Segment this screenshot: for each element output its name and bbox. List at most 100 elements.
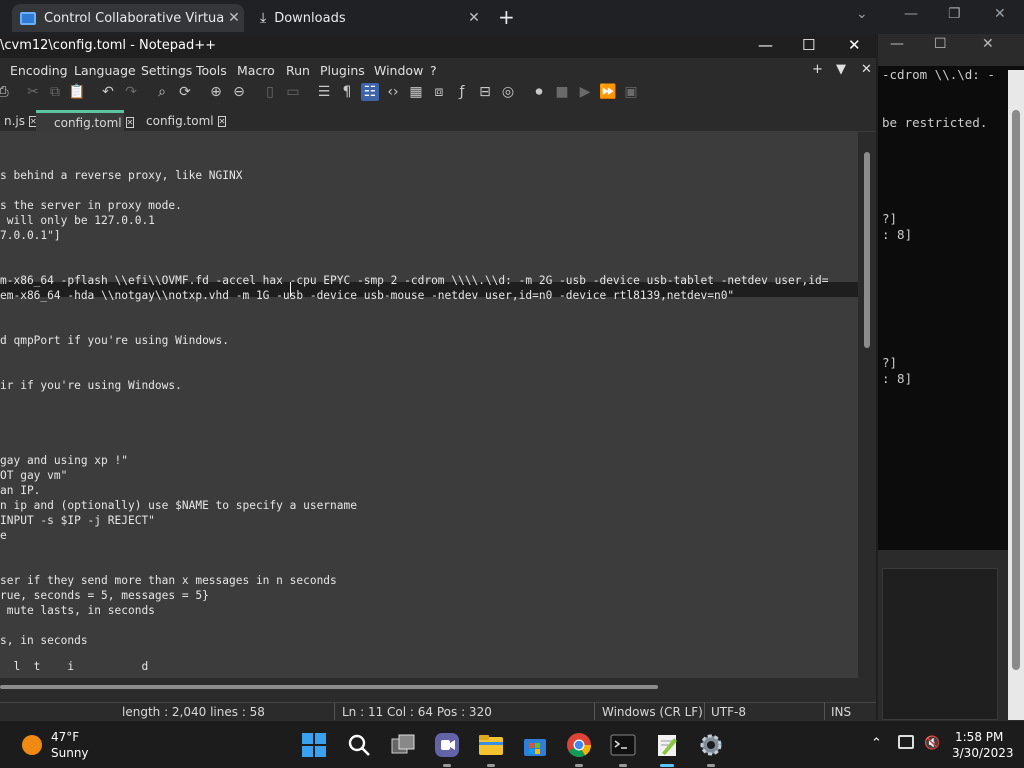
- language-icon[interactable]: ‹›: [384, 83, 402, 101]
- terminal-icon[interactable]: [610, 732, 636, 767]
- print-icon[interactable]: ⎙: [0, 83, 12, 101]
- store-icon[interactable]: [522, 732, 548, 758]
- network-icon[interactable]: [898, 735, 914, 749]
- menu-encoding[interactable]: Encoding: [10, 63, 68, 78]
- menu-help[interactable]: ?: [430, 63, 437, 78]
- close-button[interactable]: ✕: [848, 36, 861, 54]
- file-tab-config-active[interactable]: config.toml ✕: [36, 110, 135, 132]
- save-macro-icon[interactable]: ▣: [622, 83, 640, 101]
- status-encoding[interactable]: UTF-8: [711, 705, 746, 719]
- word-wrap-icon[interactable]: ☰: [315, 83, 333, 101]
- record-macro-icon[interactable]: ⏺: [530, 83, 548, 101]
- browser-tab-control-collaborative[interactable]: Control Collaborative Virtual Ma ✕: [12, 4, 244, 32]
- code-line[interactable]: s the server in proxy mode.: [0, 198, 182, 213]
- close-tab-icon[interactable]: ✕: [217, 115, 227, 127]
- tab-search-icon[interactable]: ⌄: [856, 6, 868, 22]
- code-line[interactable]: n ip and (optionally) use $NAME to speci…: [0, 498, 357, 513]
- code-line[interactable]: s, in seconds: [0, 633, 88, 648]
- minimize-button[interactable]: —: [758, 36, 773, 54]
- undo-icon[interactable]: ↶: [99, 83, 117, 101]
- text-editor[interactable]: s behind a reverse proxy, like NGINX s th…: [0, 132, 858, 678]
- close-tab-icon[interactable]: ✕: [224, 10, 244, 26]
- horizontal-scroll-thumb[interactable]: [0, 685, 658, 689]
- browser-close-button[interactable]: ✕: [994, 6, 1006, 22]
- terminal-scrollbar[interactable]: [1008, 70, 1024, 720]
- close-document-icon[interactable]: ✕: [861, 62, 872, 77]
- code-line[interactable]: s behind a reverse proxy, like NGINX: [0, 168, 242, 183]
- browser-tab-downloads[interactable]: ⤓ Downloads ✕: [252, 4, 484, 32]
- code-line[interactable]: gay and using xp !": [0, 453, 128, 468]
- notepadpp-title-bar[interactable]: \cvm12\config.toml - Notepad++ — ☐ ✕: [0, 34, 876, 58]
- weather-condition[interactable]: Sunny: [51, 746, 89, 760]
- code-line[interactable]: ser if they send more than x messages in…: [0, 573, 337, 588]
- notepadpp-icon[interactable]: [654, 732, 680, 767]
- document-list-panel-icon[interactable]: ⧈: [430, 83, 448, 101]
- code-line[interactable]: INPUT -s $IP -j REJECT": [0, 513, 155, 528]
- menu-plugins[interactable]: Plugins: [320, 63, 365, 78]
- code-line[interactable]: OT gay vm": [0, 468, 67, 483]
- code-line[interactable]: l t i d: [0, 659, 148, 674]
- vertical-scrollbar[interactable]: [858, 132, 876, 678]
- new-tab-button[interactable]: +: [498, 5, 515, 29]
- paste-icon[interactable]: 📋: [68, 83, 86, 101]
- terminal-title-bar[interactable]: — ☐ ✕: [878, 34, 1024, 66]
- menu-run[interactable]: Run: [286, 63, 310, 78]
- code-line[interactable]: m-x86_64 -pflash \\efi\\OVMF.fd -accel h…: [0, 273, 828, 288]
- menu-tools[interactable]: Tools: [196, 63, 227, 78]
- weather-temperature[interactable]: 47°F: [51, 730, 79, 744]
- function-list-icon[interactable]: ƒ: [453, 83, 471, 101]
- copy-icon[interactable]: ⧉: [46, 83, 64, 101]
- search-icon[interactable]: [346, 732, 372, 758]
- code-line[interactable]: mute lasts, in seconds: [0, 603, 155, 618]
- show-all-characters-icon[interactable]: ¶: [338, 83, 356, 101]
- code-line[interactable]: e: [0, 528, 7, 543]
- menu-window[interactable]: Window: [374, 63, 423, 78]
- browser-restore-button[interactable]: ❐: [948, 6, 961, 22]
- stop-macro-icon[interactable]: ■: [553, 83, 571, 101]
- browser-minimize-button[interactable]: —: [904, 6, 918, 22]
- close-tab-icon[interactable]: ✕: [125, 117, 135, 128]
- menu-language[interactable]: Language: [74, 63, 136, 78]
- chrome-icon[interactable]: [566, 732, 592, 767]
- code-line[interactable]: 7.0.0.1"]: [0, 228, 61, 243]
- clock-time[interactable]: 1:58 PM: [955, 730, 1003, 744]
- code-line[interactable]: rue, seconds = 5, messages = 5}: [0, 588, 209, 603]
- document-list-icon[interactable]: ▼: [836, 62, 846, 77]
- file-tab-njs[interactable]: n.js ✕: [0, 110, 38, 132]
- teams-icon[interactable]: [434, 732, 460, 767]
- status-eol[interactable]: Windows (CR LF): [602, 705, 703, 719]
- new-document-icon[interactable]: +: [812, 62, 823, 77]
- code-line[interactable]: ir if you're using Windows.: [0, 378, 182, 393]
- replace-icon[interactable]: ⟳: [176, 83, 194, 101]
- code-line[interactable]: will only be 127.0.0.1: [0, 213, 155, 228]
- horizontal-scrollbar[interactable]: [0, 682, 858, 692]
- zoom-in-icon[interactable]: ⊕: [207, 83, 225, 101]
- terminal-scroll-thumb[interactable]: [1012, 110, 1020, 670]
- menu-macro[interactable]: Macro: [237, 63, 275, 78]
- close-tab-icon[interactable]: ✕: [464, 10, 484, 26]
- document-map-icon[interactable]: ▦: [407, 83, 425, 101]
- run-macro-multiple-icon[interactable]: ⏩: [599, 83, 617, 101]
- code-line[interactable]: d qmpPort if you're using Windows.: [0, 333, 229, 348]
- monitoring-icon[interactable]: ◎: [499, 83, 517, 101]
- settings-icon[interactable]: [698, 732, 724, 767]
- find-icon[interactable]: ⌕: [153, 83, 171, 101]
- code-line[interactable]: an IP.: [0, 483, 40, 498]
- volume-icon[interactable]: 🔇: [924, 736, 940, 751]
- redo-icon[interactable]: ↷: [122, 83, 140, 101]
- background-terminal-window[interactable]: — ☐ ✕ -cdrom \\.\d: - be restricted.?]: 8…: [878, 34, 1024, 720]
- maximize-button[interactable]: ☐: [802, 36, 815, 54]
- play-macro-icon[interactable]: ▶: [576, 83, 594, 101]
- folder-workspace-icon[interactable]: ⊟: [476, 83, 494, 101]
- start-icon[interactable]: [301, 732, 327, 758]
- cut-icon[interactable]: ✂: [24, 83, 42, 101]
- task-view-icon[interactable]: [390, 732, 416, 758]
- terminal-minimize-button[interactable]: —: [890, 36, 904, 52]
- sync-horizontal-icon[interactable]: ▭: [284, 83, 302, 101]
- vertical-scroll-thumb[interactable]: [864, 152, 870, 348]
- file-explorer-icon[interactable]: [478, 732, 504, 767]
- zoom-out-icon[interactable]: ⊖: [230, 83, 248, 101]
- menu-settings[interactable]: Settings: [141, 63, 192, 78]
- tray-overflow-icon[interactable]: ⌃: [871, 736, 882, 751]
- sync-vertical-icon[interactable]: ▯: [261, 83, 279, 101]
